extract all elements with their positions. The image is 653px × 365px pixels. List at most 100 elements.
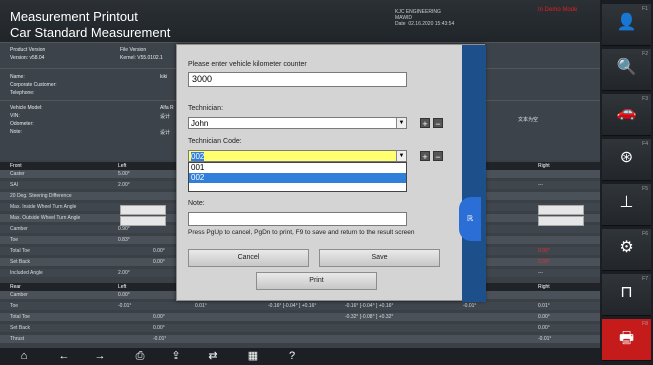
sidebar-button-f1[interactable]: 👤 F1 bbox=[602, 4, 651, 46]
sidebar-button-f3[interactable]: 🚗 F3 bbox=[602, 94, 651, 136]
page-subtitle: Car Standard Measurement bbox=[10, 25, 171, 40]
keyboard-hint: Press PgUp to cancel, PgDn to print, F9 … bbox=[188, 229, 415, 236]
inside-angle-box-right bbox=[538, 205, 584, 215]
name-label: Name: bbox=[10, 74, 25, 80]
sidebar-button-f6[interactable]: ⚙ F6 bbox=[602, 229, 651, 271]
calculator-icon[interactable]: ▦ bbox=[243, 350, 263, 363]
measure-value: 0.00° bbox=[153, 314, 165, 320]
inside-angle-box-left bbox=[120, 205, 166, 215]
tech-code-label: Technician Code: bbox=[188, 138, 242, 145]
rear-left-title: Left bbox=[118, 284, 127, 290]
steering-wheel-icon: ⊛ bbox=[619, 149, 634, 166]
measure-value: 2.00° bbox=[118, 270, 130, 276]
help-icon[interactable]: ? bbox=[282, 350, 302, 363]
function-key-label: F1 bbox=[642, 6, 648, 12]
km-input[interactable]: 3000 bbox=[188, 72, 407, 87]
tech-code-select[interactable]: 002 ▼ bbox=[188, 150, 407, 162]
measure-value: --- bbox=[538, 270, 543, 276]
tech-code-dropdown-list: 001 002 bbox=[188, 162, 407, 192]
measure-label: Camber bbox=[10, 226, 28, 232]
dialog-side-rail bbox=[462, 45, 486, 302]
function-key-label: F6 bbox=[642, 231, 648, 237]
demo-mode-badge: In Demo Mode bbox=[538, 7, 578, 13]
name-value: kiki bbox=[160, 74, 168, 80]
wheel-search-icon: 🔍 bbox=[616, 59, 637, 76]
forward-icon[interactable]: → bbox=[90, 350, 110, 363]
technician-label: Technician: bbox=[188, 105, 224, 112]
code-option[interactable]: 002 bbox=[189, 173, 406, 183]
measure-label: Max. Inside Wheel Turn Angle bbox=[10, 204, 77, 210]
measure-value: 5.00° bbox=[118, 171, 130, 177]
measure-value: -0.01° bbox=[153, 336, 167, 342]
brand-logo-icon: ℝ bbox=[459, 197, 481, 241]
measure-label: Camber bbox=[10, 292, 28, 298]
outside-angle-box-left bbox=[120, 216, 166, 226]
sidebar-button-f5[interactable]: ⊥ F5 bbox=[602, 184, 651, 226]
measure-value: 0.00° bbox=[538, 248, 550, 254]
measure-value: 0.00° bbox=[118, 292, 130, 298]
telephone-label: Telephone: bbox=[10, 90, 35, 96]
back-icon[interactable]: ← bbox=[54, 350, 74, 363]
header-bar: Measurement Printout Car Standard Measur… bbox=[0, 0, 600, 42]
technician-select[interactable]: John ▼ bbox=[188, 117, 407, 129]
product-version-label: Product Version bbox=[10, 47, 46, 53]
measure-label: Total Toe bbox=[10, 248, 30, 254]
function-key-label: F3 bbox=[642, 96, 648, 102]
measure-value: -0.16° [-0.04° ] +0.16° bbox=[268, 303, 317, 309]
chevron-down-icon[interactable]: ▼ bbox=[396, 151, 406, 161]
function-sidebar: 👤 F1 🔍 F2 🚗 F3 ⊛ F4 ⊥ F5 ⚙ F6 ⊓ F7 🖶 F8 bbox=[600, 0, 653, 365]
odometer-label: Odometer: bbox=[10, 121, 34, 127]
sidebar-button-f7[interactable]: ⊓ F7 bbox=[602, 274, 651, 316]
swap-icon[interactable]: ⇄ bbox=[203, 350, 223, 363]
wheel-adjust-icon: ⚙ bbox=[619, 239, 634, 256]
add-technician-button[interactable]: + bbox=[420, 118, 430, 129]
measure-value: 0.00° bbox=[538, 325, 550, 331]
measure-value: -0.01° bbox=[538, 336, 552, 342]
sidebar-button-f4[interactable]: ⊛ F4 bbox=[602, 139, 651, 181]
note-label: Note: bbox=[10, 129, 22, 135]
save-button[interactable]: Save bbox=[319, 249, 440, 267]
vin-label: VIN: bbox=[10, 113, 20, 119]
cancel-button[interactable]: Cancel bbox=[188, 249, 309, 267]
function-key-label: F8 bbox=[642, 321, 648, 327]
bottom-toolbar: ⌂ ← → ⎙ ⇪ ⇄ ▦? bbox=[0, 348, 600, 365]
measure-label: Toe bbox=[10, 303, 19, 309]
code-option[interactable]: 001 bbox=[189, 163, 406, 173]
tech-code-value: 002 bbox=[191, 152, 205, 161]
lift-icon: ⊓ bbox=[620, 284, 633, 301]
date-label: Date bbox=[395, 21, 406, 27]
upload-icon[interactable]: ⇪ bbox=[166, 350, 186, 363]
measure-label: Caster bbox=[10, 171, 25, 177]
remove-code-button[interactable]: − bbox=[433, 151, 443, 162]
sidebar-button-f2[interactable]: 🔍 F2 bbox=[602, 49, 651, 91]
note-label: Note: bbox=[188, 200, 205, 207]
remove-technician-button[interactable]: − bbox=[433, 118, 443, 129]
table-row: Thrust -0.01° -0.01° bbox=[0, 335, 600, 343]
vehicle-model-value: Alfa R bbox=[160, 105, 174, 111]
page-title: Measurement Printout bbox=[10, 9, 138, 24]
add-code-button[interactable]: + bbox=[420, 151, 430, 162]
print-button[interactable]: Print bbox=[256, 272, 377, 290]
outside-angle-box-right bbox=[538, 216, 584, 226]
measure-value: --- bbox=[538, 182, 543, 188]
note-input[interactable] bbox=[188, 212, 407, 226]
sidebar-button-f8[interactable]: 🖶 F8 bbox=[602, 319, 651, 361]
measure-value: 0.00° bbox=[538, 259, 550, 265]
chevron-down-icon[interactable]: ▼ bbox=[396, 118, 406, 128]
km-label: Please enter vehicle kilometer counter bbox=[188, 61, 307, 68]
measure-label: Max. Outside Wheel Turn Angle bbox=[10, 215, 81, 221]
rear-right-title: Right bbox=[538, 284, 550, 290]
table-row: Set Back 0.00° 0.00° bbox=[0, 324, 600, 332]
measure-value: -0.32° [-0.08° ] +0.32° bbox=[345, 314, 394, 320]
person-icon: 👤 bbox=[616, 14, 637, 31]
technician-value: John bbox=[191, 119, 209, 128]
function-key-label: F7 bbox=[642, 276, 648, 282]
measure-label: SAI bbox=[10, 182, 19, 188]
measure-value: 2.00° bbox=[118, 182, 130, 188]
rear-title: Rear bbox=[10, 284, 21, 290]
vehicle-model-label: Vehicle Model: bbox=[10, 105, 43, 111]
measure-value: 0.90° bbox=[118, 226, 130, 232]
home-icon[interactable]: ⌂ bbox=[14, 350, 34, 363]
print-icon[interactable]: ⎙ bbox=[130, 350, 150, 363]
measure-label: Total Toe bbox=[10, 314, 30, 320]
